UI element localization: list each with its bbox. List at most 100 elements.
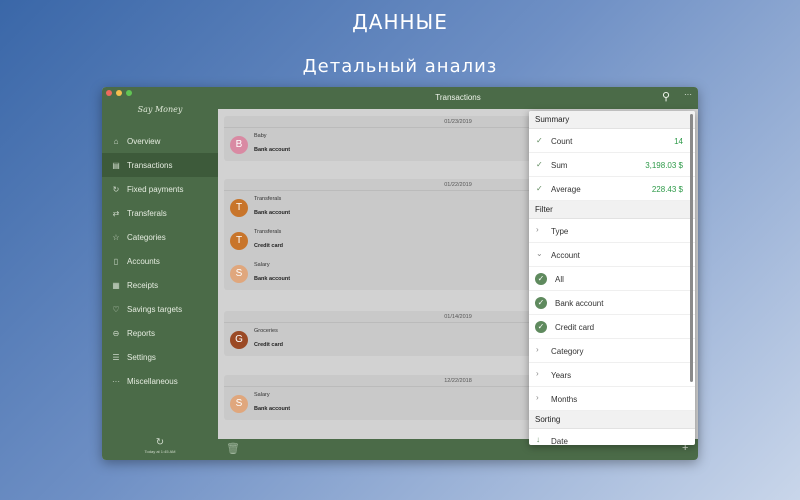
sidebar-item-label: Reports (127, 328, 156, 338)
sync-icon: ↻ (155, 437, 165, 448)
summary-filter-popover: Summary ✓ Count 14 ✓ Sum 3,198.03 $ ✓ Av… (529, 111, 695, 445)
sidebar-item-label: Transactions (127, 160, 173, 170)
transaction-category: Transferals (254, 229, 282, 235)
category-avatar: S (230, 395, 248, 413)
sidebar-item-label: Transferals (127, 208, 167, 218)
account-option-credit-card[interactable]: ✓ Credit card (529, 315, 695, 339)
titlebar: Transactions ⚲ ··· (218, 87, 698, 109)
receipt-icon: ▦ (112, 280, 120, 290)
sidebar: Say Money ⌂ Overview ▤ Transactions ↻ Fi… (102, 87, 218, 460)
home-icon: ⌂ (113, 136, 119, 146)
sidebar-item-categories[interactable]: ☆ Categories (102, 225, 218, 249)
option-label: Bank account (555, 299, 604, 308)
summary-value: 14 (674, 137, 683, 146)
transaction-category: Groceries (254, 328, 278, 334)
list-icon: ▤ (112, 160, 120, 170)
sidebar-item-miscellaneous[interactable]: ··· Miscellaneous (102, 369, 218, 393)
ellipsis-icon: ··· (112, 376, 120, 386)
banner-title: ДАННЫЕ (352, 10, 448, 34)
sidebar-item-savings-targets[interactable]: ♡ Savings targets (102, 297, 218, 321)
account-option-all[interactable]: ✓ All (529, 267, 695, 291)
sorting-header: Sorting (529, 411, 695, 429)
filter-type-row[interactable]: › Type (529, 219, 695, 243)
sort-date-row[interactable]: ↓ Date (529, 429, 695, 445)
sync-status[interactable]: ↻ Today at 1:45 AM (102, 437, 218, 454)
sliders-icon: ☰ (112, 352, 120, 362)
summary-label: Sum (551, 161, 568, 170)
popover-scrollbar[interactable] (690, 114, 693, 382)
transaction-category: Baby (254, 133, 267, 139)
option-label: Credit card (555, 323, 595, 332)
option-label: All (555, 275, 564, 284)
book-icon: ▯ (113, 256, 119, 266)
sidebar-item-overview[interactable]: ⌂ Overview (102, 129, 218, 153)
window-controls (106, 90, 132, 96)
chevron-right-icon: › (536, 225, 539, 234)
chevron-right-icon: › (536, 345, 539, 354)
sidebar-item-label: Miscellaneous (127, 376, 178, 386)
shuffle-icon: ⇄ (112, 208, 120, 218)
close-window-button[interactable] (106, 90, 112, 96)
filter-months-row[interactable]: › Months (529, 387, 695, 411)
filter-years-row[interactable]: › Years (529, 363, 695, 387)
transaction-account: Bank account (254, 210, 291, 216)
category-avatar: B (230, 136, 248, 154)
checked-circle-icon: ✓ (535, 321, 547, 333)
category-avatar: G (230, 331, 248, 349)
sidebar-item-accounts[interactable]: ▯ Accounts (102, 249, 218, 273)
sidebar-item-transactions[interactable]: ▤ Transactions (102, 153, 218, 177)
sidebar-item-transferals[interactable]: ⇄ Transferals (102, 201, 218, 225)
checked-circle-icon: ✓ (535, 297, 547, 309)
sidebar-item-label: Savings targets (127, 304, 183, 314)
transaction-account: Bank account (254, 276, 291, 282)
summary-sum-row[interactable]: ✓ Sum 3,198.03 $ (529, 153, 695, 177)
sidebar-item-reports[interactable]: ⊖ Reports (102, 321, 218, 345)
summary-label: Count (551, 137, 573, 146)
summary-average-row[interactable]: ✓ Average 228.43 $ (529, 177, 695, 201)
window-title: Transactions (435, 93, 481, 102)
trash-icon[interactable]: 🗑 (226, 442, 240, 455)
account-option-bank-account[interactable]: ✓ Bank account (529, 291, 695, 315)
zoom-window-button[interactable] (126, 90, 132, 96)
sidebar-item-fixed-payments[interactable]: ↻ Fixed payments (102, 177, 218, 201)
sidebar-item-receipts[interactable]: ▦ Receipts (102, 273, 218, 297)
transaction-category: Salary (254, 392, 270, 398)
summary-header: Summary (529, 111, 695, 129)
transaction-category: Salary (254, 262, 270, 268)
more-icon[interactable]: ··· (684, 90, 692, 99)
minimize-window-button[interactable] (116, 90, 122, 96)
sidebar-item-label: Settings (127, 352, 156, 362)
transaction-category: Transferals (254, 196, 282, 202)
filter-label: Category (551, 347, 584, 356)
sidebar-item-label: Overview (127, 136, 161, 146)
sort-label: Date (551, 437, 568, 445)
check-icon: ✓ (536, 184, 543, 193)
chevron-right-icon: › (536, 369, 539, 378)
chevron-down-icon: ⌄ (536, 249, 543, 258)
app-logo: Say Money (137, 105, 183, 114)
transaction-account: Bank account (254, 147, 291, 153)
summary-value: 3,198.03 $ (645, 161, 683, 170)
check-icon: ✓ (536, 160, 543, 169)
summary-count-row[interactable]: ✓ Count 14 (529, 129, 695, 153)
category-avatar: T (230, 199, 248, 217)
sidebar-item-label: Fixed payments (127, 184, 184, 194)
filter-account-row[interactable]: ⌄ Account (529, 243, 695, 267)
chart-icon: ⊖ (112, 328, 120, 338)
heart-icon: ♡ (112, 304, 120, 314)
star-icon: ☆ (112, 232, 120, 242)
transaction-account: Credit card (254, 342, 284, 348)
filter-header: Filter (529, 201, 695, 219)
sync-time: Today at 1:45 AM (144, 449, 176, 454)
sidebar-item-settings[interactable]: ☰ Settings (102, 345, 218, 369)
sidebar-item-label: Accounts (127, 256, 160, 266)
transaction-account: Credit card (254, 243, 284, 249)
transaction-account: Bank account (254, 406, 291, 412)
sidebar-item-label: Categories (127, 232, 166, 242)
filter-category-row[interactable]: › Category (529, 339, 695, 363)
search-icon[interactable]: ⚲ (662, 90, 670, 103)
filter-label: Months (551, 395, 578, 404)
filter-label: Account (551, 251, 580, 260)
filter-label: Type (551, 227, 569, 236)
arrow-down-icon: ↓ (536, 435, 540, 444)
